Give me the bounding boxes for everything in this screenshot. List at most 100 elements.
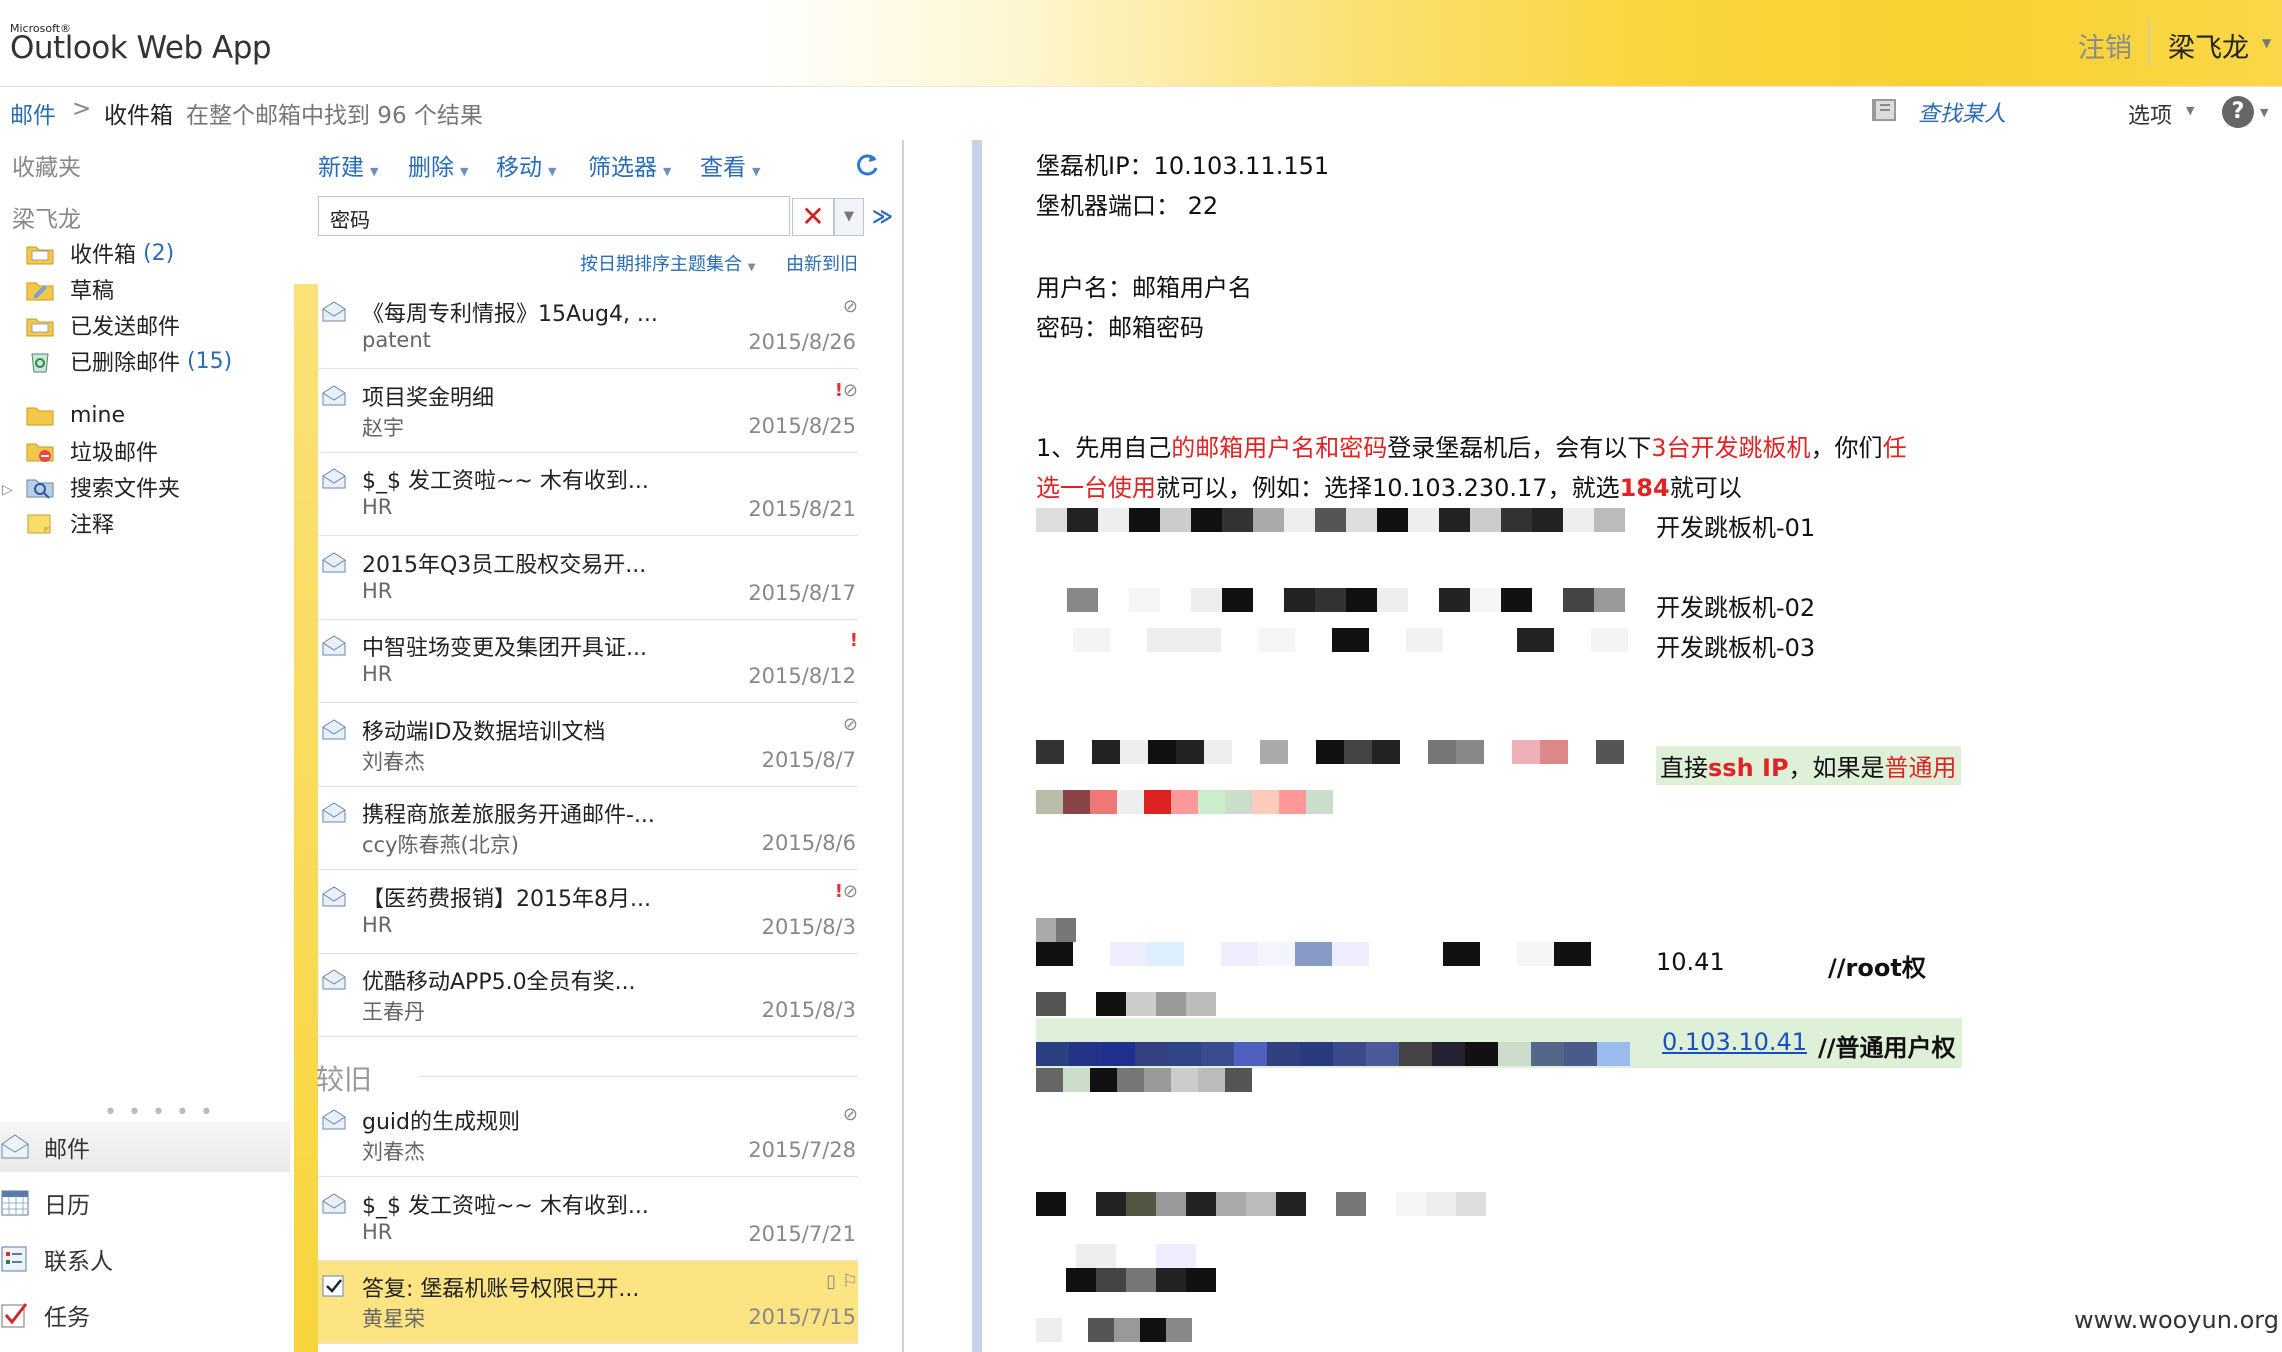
folder-search[interactable]: 搜索文件夹 <box>26 470 180 504</box>
redaction-pixel <box>1480 628 1517 652</box>
envelope-icon <box>322 635 346 656</box>
help-chevron-icon[interactable]: ▼ <box>2260 106 2268 119</box>
redaction-pixel <box>1116 1244 1156 1268</box>
move-button[interactable]: 移动 ▼ <box>496 148 556 182</box>
refresh-icon[interactable] <box>854 152 880 178</box>
new-button[interactable]: 新建 ▼ <box>318 148 378 182</box>
text-run: ，如果是 <box>1788 754 1885 782</box>
search-query-text[interactable]: 密码 <box>330 204 370 233</box>
redaction-pixel <box>1258 628 1295 652</box>
redaction-pixel <box>1288 740 1316 764</box>
message-subject: guid的生成规则 <box>362 1110 520 1135</box>
older-group-header[interactable]: 较旧 <box>316 1058 372 1098</box>
nav-mail[interactable]: 邮件 <box>0 1122 290 1172</box>
ip-link[interactable]: 0.103.10.41 <box>1662 1028 1807 1056</box>
filter-button[interactable]: 筛选器 ▼ <box>588 148 671 182</box>
message-row[interactable]: 中智驻场变更及集团开具证... HR 2015/8/12! <box>318 620 858 703</box>
message-row[interactable]: 移动端ID及数据培训文档 刘春杰 2015/8/7 ⊘ <box>318 703 858 787</box>
redaction-pixel <box>1426 1192 1456 1216</box>
reading-pane-divider[interactable] <box>972 140 982 1352</box>
folder-junk[interactable]: 垃圾邮件 <box>26 434 158 468</box>
search-input[interactable] <box>318 196 790 236</box>
expand-search-icon[interactable]: ≫ <box>872 204 893 228</box>
breadcrumb-mail[interactable]: 邮件 <box>10 96 56 130</box>
unread-count: (15) <box>187 348 233 374</box>
folder-mine[interactable]: mine <box>26 398 125 432</box>
redaction-pixel <box>1234 1042 1267 1066</box>
message-row[interactable]: $_$ 发工资啦~~ 木有收到... HR 2015/7/21 <box>318 1177 858 1261</box>
message-row[interactable]: 2015年Q3员工股权交易开... HR 2015/8/17 <box>318 536 858 620</box>
checkbox-checked-icon[interactable] <box>322 1275 346 1297</box>
folder-deleted[interactable]: 已删除邮件 (15) <box>26 344 232 378</box>
message-sender: HR <box>362 912 393 937</box>
redaction-pixel <box>1114 1318 1140 1342</box>
sort-order-toggle[interactable]: 由新到旧 <box>786 250 858 276</box>
message-subject: 《每周专利情报》15Aug4, ... <box>362 302 658 327</box>
message-sender: 刘春杰 <box>362 749 425 774</box>
message-row[interactable]: 携程商旅差旅服务开通邮件-... ccy陈春燕(北京) 2015/8/6 <box>318 787 858 870</box>
message-date: 2015/8/6 <box>761 831 856 855</box>
clear-search-icon[interactable]: ✕ <box>792 198 834 236</box>
redaction-pixel <box>1098 508 1129 532</box>
help-icon[interactable]: ? <box>2222 96 2254 128</box>
options-menu[interactable]: 选项 <box>2128 98 2172 130</box>
user-menu-chevron-icon[interactable]: ▼ <box>2262 36 2271 50</box>
redaction-pixel <box>1336 1192 1366 1216</box>
find-someone-link[interactable]: 查找某人 <box>1918 96 2006 128</box>
nav-label: 日历 <box>44 1193 90 1219</box>
message-row[interactable]: 优酷移动APP5.0全员有奖... 王春丹 2015/8/3 <box>318 954 858 1037</box>
chevron-down-icon: ▼ <box>370 165 379 178</box>
nav-contacts[interactable]: 联系人 <box>0 1234 290 1284</box>
folder-icon <box>26 407 54 426</box>
redaction-pixel <box>1253 508 1284 532</box>
redaction-pixel <box>1456 740 1484 764</box>
flag-icon[interactable]: ▯ ⚐ <box>826 1271 858 1292</box>
redaction-pixel <box>1377 508 1408 532</box>
message-row[interactable]: 项目奖金明细 赵宇 2015/8/25 !⊘ <box>318 369 858 453</box>
folder-sent[interactable]: 已发送邮件 <box>26 308 180 342</box>
address-book-icon[interactable] <box>1870 96 1900 124</box>
user-name[interactable]: 梁飞龙 <box>2168 26 2249 65</box>
high-importance-icon: ! <box>834 880 843 902</box>
delete-button[interactable]: 删除 ▼ <box>408 148 468 182</box>
folder-notes[interactable]: 注释 <box>26 506 114 540</box>
notes-folder-icon <box>27 514 51 534</box>
message-row[interactable]: $_$ 发工资啦~~ 木有收到... HR 2015/8/21 <box>318 453 858 536</box>
message-row[interactable]: 答复: 堡磊机账号权限已开... 黄星荣 2015/7/15 ▯ ⚐ <box>318 1261 858 1344</box>
high-importance-icon: ! <box>849 630 858 651</box>
options-chevron-icon[interactable]: ▼ <box>2186 104 2194 117</box>
redaction-pixel <box>1333 1042 1366 1066</box>
folder-drafts[interactable]: 草稿 <box>26 272 114 306</box>
high-importance-icon: ! <box>834 379 843 401</box>
search-scope-dropdown[interactable]: ▼ <box>834 198 864 236</box>
message-row[interactable]: 《每周专利情报》15Aug4, ... patent 2015/8/26 ⊘ <box>318 286 858 369</box>
search-folder-icon <box>26 479 54 499</box>
favorites-header[interactable]: 收藏夹 <box>12 148 81 182</box>
redaction-pixel <box>1316 740 1344 764</box>
message-date: 2015/8/26 <box>748 330 856 354</box>
redaction-pixel <box>1315 508 1346 532</box>
sort-by-menu[interactable]: 按日期排序主题集合 ▼ <box>580 250 755 276</box>
redaction-pixel <box>1300 1042 1333 1066</box>
expand-arrow-icon[interactable]: ▷ <box>2 482 13 498</box>
account-header[interactable]: 梁飞龙 <box>12 200 81 234</box>
redaction-pixel <box>1258 942 1295 966</box>
redaction-pixel <box>1432 1042 1465 1066</box>
sort-by-label: 按日期排序主题集合 <box>580 254 742 275</box>
message-subject: 携程商旅差旅服务开通邮件-... <box>362 803 655 828</box>
message-row[interactable]: 【医药费报销】2015年8月... HR 2015/8/3 !⊘ <box>318 870 858 954</box>
nav-calendar[interactable]: 日历 <box>0 1178 290 1228</box>
body-paragraph: 1、先用自己的邮箱用户名和密码登录堡磊机后，会有以下3台开发跳板机，你们任 <box>1036 428 1907 463</box>
jump-server-label: 开发跳板机-02 <box>1656 594 1816 622</box>
nav-tasks[interactable]: 任务 <box>0 1290 290 1340</box>
message-row[interactable]: guid的生成规则 刘春杰 2015/7/28 ⊘ <box>318 1094 858 1177</box>
redaction-pixel <box>1554 942 1591 966</box>
nav-label: 邮件 <box>44 1137 90 1163</box>
redaction-pixel <box>1252 790 1279 814</box>
folder-inbox[interactable]: 收件箱 (2) <box>26 236 174 270</box>
signout-link[interactable]: 注销 <box>2078 26 2132 65</box>
view-button[interactable]: 查看 ▼ <box>700 148 760 182</box>
redaction-pixel <box>1480 942 1517 966</box>
text-run: 普通用 <box>1884 754 1957 782</box>
message-flags: !⊘ <box>835 380 858 401</box>
